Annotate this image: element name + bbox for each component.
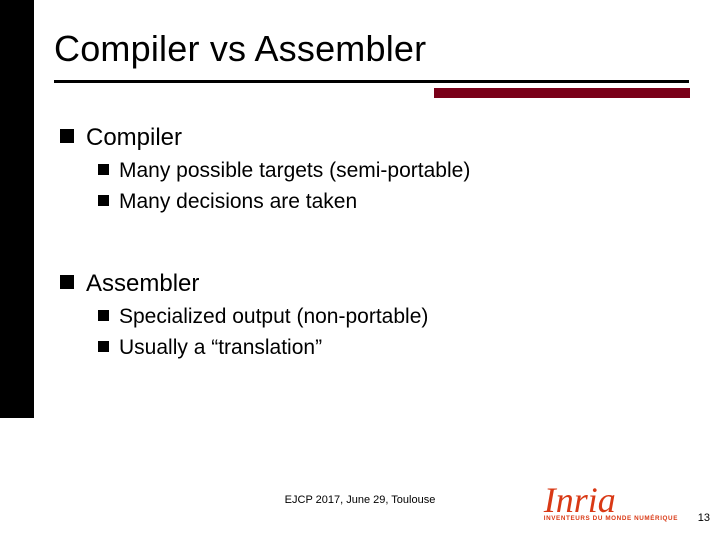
square-bullet-icon xyxy=(98,310,109,321)
accent-bar xyxy=(434,88,690,98)
square-bullet-icon xyxy=(98,164,109,175)
sub-bullet: Many decisions are taken xyxy=(98,188,690,215)
title-underline xyxy=(54,80,689,83)
sub-bullet-label: Specialized output (non-portable) xyxy=(119,303,428,330)
bullet-label: Assembler xyxy=(86,268,199,299)
left-black-bar xyxy=(0,0,34,418)
bullet-label: Compiler xyxy=(86,122,182,153)
square-bullet-icon xyxy=(98,195,109,206)
inria-logo: Inria INVENTEURS DU MONDE NUMÉRIQUE xyxy=(544,486,678,522)
logo-tagline: INVENTEURS DU MONDE NUMÉRIQUE xyxy=(544,515,678,522)
sublist-compiler: Many possible targets (semi-portable) Ma… xyxy=(60,157,690,216)
logo-wordmark: Inria xyxy=(544,486,678,515)
sub-bullet: Usually a “translation” xyxy=(98,334,690,361)
slide-title: Compiler vs Assembler xyxy=(54,28,690,70)
sub-bullet-label: Many decisions are taken xyxy=(119,188,357,215)
title-area: Compiler vs Assembler xyxy=(54,28,690,83)
sub-bullet-label: Many possible targets (semi-portable) xyxy=(119,157,470,184)
square-bullet-icon xyxy=(98,341,109,352)
bullet-compiler: Compiler xyxy=(60,122,690,153)
sub-bullet: Many possible targets (semi-portable) xyxy=(98,157,690,184)
page-number: 13 xyxy=(698,512,710,524)
body-content: Compiler Many possible targets (semi-por… xyxy=(60,122,690,366)
square-bullet-icon xyxy=(60,275,74,289)
sub-bullet: Specialized output (non-portable) xyxy=(98,303,690,330)
sub-bullet-label: Usually a “translation” xyxy=(119,334,322,361)
square-bullet-icon xyxy=(60,129,74,143)
sublist-assembler: Specialized output (non-portable) Usuall… xyxy=(60,303,690,362)
bullet-assembler: Assembler xyxy=(60,268,690,299)
